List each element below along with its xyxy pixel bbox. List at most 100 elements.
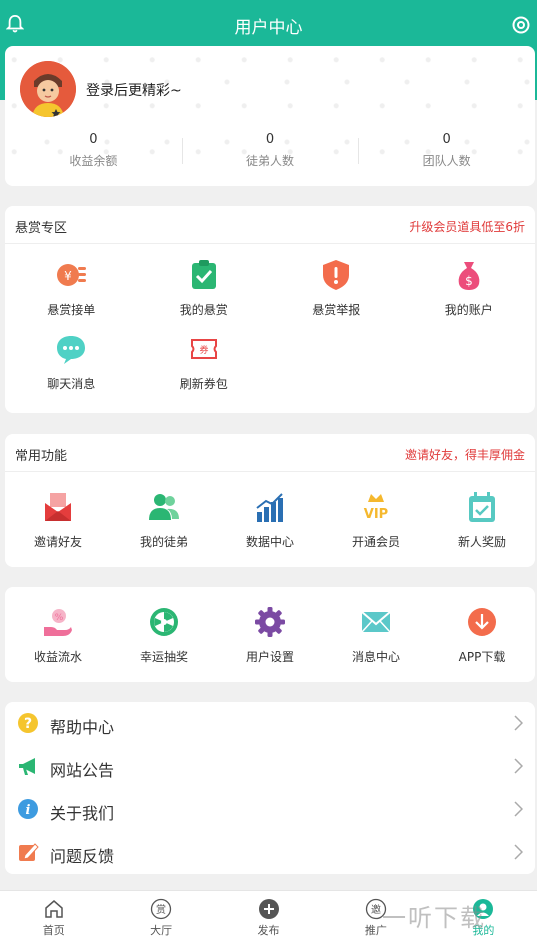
lucky-wheel-icon bbox=[150, 608, 178, 636]
menu-item-chat[interactable]: 聊天消息 bbox=[5, 332, 138, 406]
menu-item-my-account[interactable]: $ 我的账户 bbox=[403, 258, 536, 332]
promo-link[interactable]: 升级会员道具低至6折 bbox=[409, 218, 525, 235]
menu-item-label: 消息中心 bbox=[351, 650, 400, 664]
bar-chart-icon bbox=[256, 493, 283, 522]
calendar-check-icon bbox=[469, 492, 495, 522]
section-title: 悬赏专区 bbox=[15, 221, 68, 236]
menu-item-apprentices[interactable]: 我的徒弟 bbox=[111, 490, 217, 550]
section-title: 常用功能 bbox=[15, 449, 68, 464]
bounty-section: 悬赏专区 升级会员道具低至6折 ¥ 悬赏接单 我的悬赏 悬赏举报 $ 我的账户 … bbox=[5, 206, 535, 413]
tab-publish[interactable]: 发布 bbox=[215, 891, 322, 938]
edit-icon bbox=[19, 843, 39, 861]
menu-item-label: 我的账户 bbox=[444, 303, 493, 317]
section-header: 常用功能 邀请好友，得丰厚佣金 bbox=[5, 434, 535, 472]
chevron-right-icon bbox=[514, 715, 523, 731]
stat-value: 0 bbox=[265, 132, 275, 147]
coins-icon: ¥ bbox=[57, 264, 87, 286]
users-icon bbox=[149, 494, 179, 520]
download-icon bbox=[468, 608, 496, 636]
promo-link[interactable]: 邀请好友，得丰厚佣金 bbox=[405, 446, 525, 463]
menu-item-vip[interactable]: VIP 开通会员 bbox=[323, 490, 429, 550]
menu-item-report[interactable]: 悬赏举报 bbox=[270, 258, 403, 332]
menu-item-label: 收益流水 bbox=[33, 650, 82, 664]
stat-apprentices[interactable]: 0 徒弟人数 bbox=[181, 132, 359, 172]
tab-label: 发布 bbox=[257, 924, 280, 937]
menu-item-app-download[interactable]: APP下载 bbox=[429, 605, 535, 665]
stat-value: 0 bbox=[442, 132, 451, 147]
svg-text:VIP: VIP bbox=[364, 507, 388, 522]
list-item-label: 网站公告 bbox=[50, 761, 115, 780]
hand-coin-icon: % bbox=[44, 609, 72, 636]
section-header: 悬赏专区 升级会员道具低至6折 bbox=[5, 206, 535, 244]
stat-value: 0 bbox=[89, 132, 98, 147]
page-title: 用户中心 bbox=[234, 18, 303, 38]
list-item-label: 帮助中心 bbox=[50, 718, 115, 737]
svg-text:$: $ bbox=[465, 274, 473, 288]
mail-icon bbox=[361, 611, 391, 633]
list-item-help-center[interactable]: ? 帮助中心 bbox=[5, 702, 535, 745]
menu-item-label: 新人奖励 bbox=[457, 535, 506, 549]
login-prompt[interactable]: 登录后更精彩~ bbox=[86, 80, 182, 100]
question-icon: ? bbox=[18, 713, 38, 733]
reward-icon: 赏 bbox=[150, 898, 172, 920]
menu-item-my-bounty[interactable]: 我的悬赏 bbox=[138, 258, 271, 332]
plus-circle-icon bbox=[258, 899, 279, 919]
ticket-icon: 券 bbox=[190, 339, 217, 359]
settings-icon[interactable] bbox=[511, 15, 531, 35]
svg-text:i: i bbox=[26, 803, 31, 818]
tab-label: 首页 bbox=[42, 924, 65, 937]
stat-label: 收益余额 bbox=[69, 154, 118, 168]
menu-item-lucky-draw[interactable]: 幸运抽奖 bbox=[111, 605, 217, 665]
tab-home[interactable]: 首页 bbox=[0, 891, 107, 938]
menu-item-label: 聊天消息 bbox=[47, 377, 96, 391]
tab-hall[interactable]: 赏 大厅 bbox=[107, 891, 214, 938]
list-item-label: 关于我们 bbox=[50, 804, 115, 823]
tab-label: 大厅 bbox=[150, 924, 173, 937]
stat-label: 徒弟人数 bbox=[246, 154, 295, 168]
menu-item-label: APP下载 bbox=[458, 650, 506, 664]
vip-crown-icon: VIP bbox=[364, 494, 388, 522]
menu-item-data-center[interactable]: 数据中心 bbox=[217, 490, 323, 550]
chevron-right-icon bbox=[514, 801, 523, 817]
money-bag-icon: $ bbox=[458, 262, 480, 290]
svg-text:券: 券 bbox=[199, 344, 208, 356]
list-item-label: 问题反馈 bbox=[50, 847, 115, 866]
stats-row: 0 收益余额 0 徒弟人数 0 团队人数 bbox=[5, 132, 535, 172]
menu-item-user-settings[interactable]: 用户设置 bbox=[217, 605, 323, 665]
list-item-announcements[interactable]: 网站公告 bbox=[5, 745, 535, 788]
menu-item-label: 邀请好友 bbox=[33, 535, 82, 549]
menu-item-message-center[interactable]: 消息中心 bbox=[323, 605, 429, 665]
chevron-right-icon bbox=[514, 758, 523, 774]
svg-text:¥: ¥ bbox=[64, 269, 72, 283]
menu-item-invite[interactable]: 邀请好友 bbox=[5, 490, 111, 550]
invite-envelope-icon bbox=[45, 493, 71, 521]
menu-item-label: 刷新券包 bbox=[179, 377, 228, 391]
stat-balance[interactable]: 0 收益余额 bbox=[5, 132, 182, 172]
list-item-feedback[interactable]: 问题反馈 bbox=[5, 831, 535, 874]
menu-item-label: 悬赏接单 bbox=[47, 303, 96, 317]
watermark: 一听下载 bbox=[382, 904, 486, 932]
menu-item-bounty-orders[interactable]: ¥ 悬赏接单 bbox=[5, 258, 138, 332]
more-functions-section: % 收益流水 幸运抽奖 用户设置 消息中心 APP下载 bbox=[5, 587, 535, 682]
menu-item-label: 用户设置 bbox=[245, 650, 294, 664]
list-item-about-us[interactable]: i 关于我们 bbox=[5, 788, 535, 831]
info-icon: i bbox=[18, 799, 38, 819]
svg-text:?: ? bbox=[24, 716, 32, 732]
megaphone-icon bbox=[19, 758, 35, 775]
app-header: 用户中心 bbox=[0, 0, 537, 48]
reward-glyph: 赏 bbox=[156, 904, 166, 916]
chat-bubble-icon bbox=[57, 336, 86, 364]
menu-item-coupons[interactable]: 券 刷新券包 bbox=[138, 332, 271, 406]
gear-icon bbox=[255, 607, 285, 637]
menu-item-earnings-flow[interactable]: % 收益流水 bbox=[5, 605, 111, 665]
menu-item-label: 数据中心 bbox=[245, 535, 294, 549]
menu-item-label: 悬赏举报 bbox=[312, 303, 361, 317]
stat-label: 团队人数 bbox=[422, 154, 471, 168]
avatar[interactable] bbox=[20, 61, 76, 117]
svg-text:%: % bbox=[55, 613, 64, 623]
menu-item-label: 幸运抽奖 bbox=[139, 650, 188, 664]
menu-item-label: 开通会员 bbox=[351, 535, 400, 549]
chevron-right-icon bbox=[514, 844, 523, 860]
menu-item-newcomer-reward[interactable]: 新人奖励 bbox=[429, 490, 535, 550]
stat-team[interactable]: 0 团队人数 bbox=[358, 132, 535, 172]
